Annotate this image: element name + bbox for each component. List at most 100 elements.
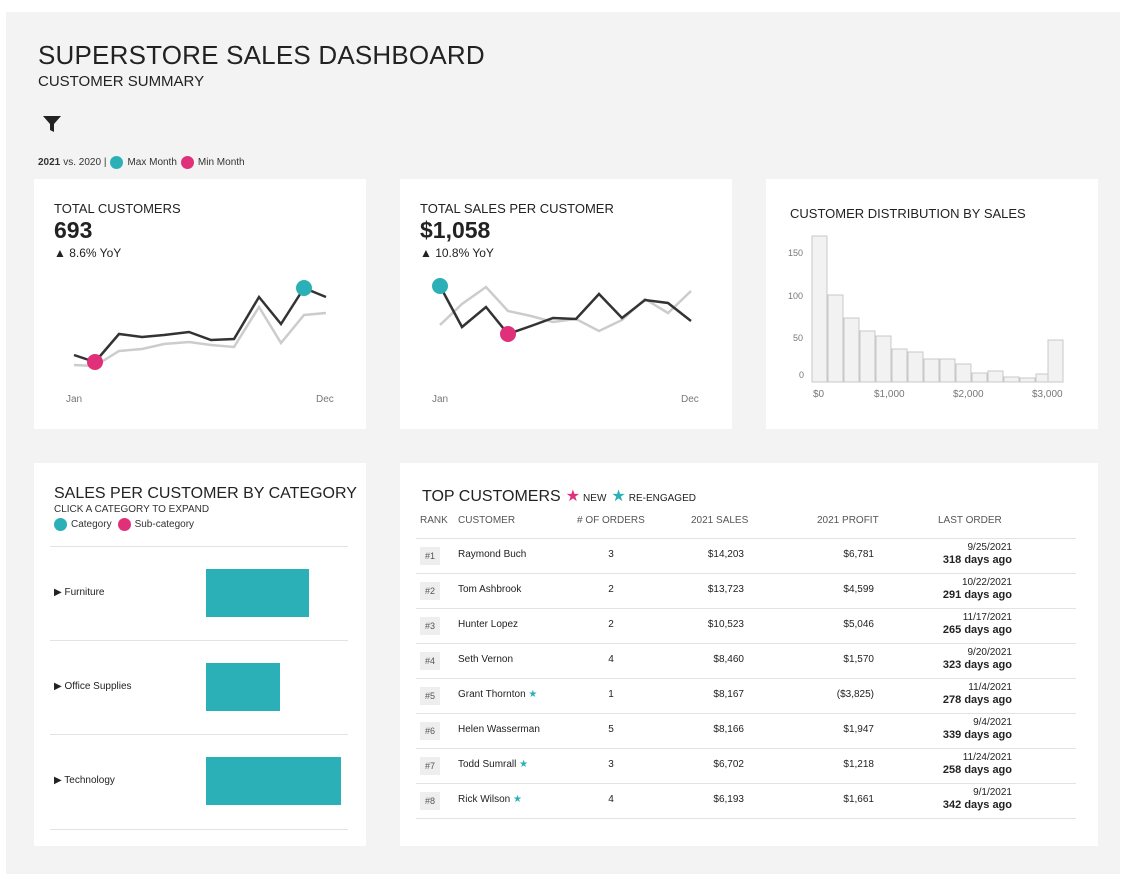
- filter-icon[interactable]: [42, 114, 62, 134]
- last-order-ago: 258 days ago: [942, 764, 1012, 776]
- category-dot: [54, 518, 67, 531]
- comparison-legend: 2021 vs. 2020 | Max Month Min Month: [38, 156, 245, 169]
- table-row[interactable]: #1 Raymond Buch 3 $14,203 $6,781 9/25/20…: [416, 538, 1076, 573]
- legend-max-label: Max Month: [127, 157, 177, 168]
- page-subtitle: CUSTOMER SUMMARY: [38, 73, 205, 90]
- order-count: 2: [608, 619, 614, 630]
- last-order: 11/24/2021 258 days ago: [943, 752, 1012, 777]
- sales-sparkline: [432, 278, 692, 342]
- table-row[interactable]: #3 Hunter Lopez 2 $10,523 $5,046 11/17/2…: [416, 608, 1076, 643]
- hist-bar-14: [1019, 377, 1036, 383]
- last-order-date: 10/22/2021: [961, 577, 1012, 588]
- last-order-ago: 265 days ago: [942, 624, 1012, 636]
- sales-value: $14,203: [707, 549, 744, 560]
- last-order: 9/1/2021 342 days ago: [943, 787, 1012, 812]
- table-row[interactable]: #7 Todd Sumrall ★ 3 $6,702 $1,218 11/24/…: [416, 748, 1076, 783]
- table-row[interactable]: #6 Helen Wasserman 5 $8,166 $1,947 9/4/2…: [416, 713, 1076, 748]
- sales-x-end: Dec: [681, 394, 699, 405]
- customer-name[interactable]: Rick Wilson: [458, 794, 510, 805]
- table-row[interactable]: #5 Grant Thornton ★ 1 $8,167 ($3,825) 11…: [416, 678, 1076, 713]
- reengaged-label: RE-ENGAGED: [628, 493, 696, 504]
- customer-name[interactable]: Hunter Lopez: [458, 619, 518, 630]
- category-row-furniture[interactable]: ▶ Furniture: [50, 546, 348, 641]
- category-bar-furniture[interactable]: [206, 569, 309, 617]
- last-order-date: 9/4/2021: [973, 717, 1012, 728]
- customer-name-cell[interactable]: Rick Wilson ★: [458, 794, 522, 805]
- hist-bar-13: [1003, 376, 1020, 383]
- sales-value: $8,460: [713, 654, 744, 665]
- category-legend-label: Category: [71, 519, 112, 530]
- profit-value: $6,781: [843, 549, 874, 560]
- profit-value: $1,218: [843, 759, 874, 770]
- customers-sparkline: [73, 280, 327, 370]
- rank-badge: #2: [420, 582, 440, 600]
- last-order-ago: 318 days ago: [942, 554, 1012, 566]
- header-customer: CUSTOMER: [458, 515, 516, 526]
- category-bar-technology[interactable]: [206, 757, 341, 805]
- sales-value: $6,702: [713, 759, 744, 770]
- category-bar-office-supplies[interactable]: [206, 663, 280, 711]
- page-title: SUPERSTORE SALES DASHBOARD: [38, 40, 485, 70]
- last-order-ago: 342 days ago: [942, 799, 1012, 811]
- category-legend: Category Sub-category: [54, 518, 194, 531]
- table-row[interactable]: #4 Seth Vernon 4 $8,460 $1,570 9/20/2021…: [416, 643, 1076, 678]
- hist-bar-11: [971, 372, 988, 383]
- hist-bar-9: [939, 358, 956, 383]
- customer-name[interactable]: Grant Thornton: [458, 689, 526, 700]
- hist-bar-6: [891, 348, 908, 383]
- last-order-date: 9/20/2021: [967, 647, 1013, 658]
- last-order-date: 11/4/2021: [968, 682, 1012, 693]
- header-profit: 2021 PROFIT: [817, 515, 879, 526]
- max-month-dot: [110, 156, 124, 169]
- category-name[interactable]: ▶ Office Supplies: [54, 681, 132, 692]
- customer-name[interactable]: Raymond Buch: [458, 549, 526, 560]
- order-count: 4: [608, 654, 614, 665]
- last-order-ago: 291 days ago: [942, 589, 1012, 601]
- profit-value: $4,599: [843, 584, 874, 595]
- header-sales: 2021 SALES: [691, 515, 749, 526]
- header-rank: RANK: [420, 515, 448, 526]
- last-order-ago: 278 days ago: [942, 694, 1012, 706]
- sales-value: $13,723: [707, 584, 744, 595]
- dist-x-tick-2000: $2,000: [953, 389, 984, 400]
- order-count: 2: [608, 584, 614, 595]
- customer-name[interactable]: Helen Wasserman: [458, 724, 540, 735]
- customer-name[interactable]: Todd Sumrall: [458, 759, 516, 770]
- hist-bar-10: [955, 363, 972, 383]
- customer-name-cell[interactable]: Grant Thornton ★: [458, 689, 537, 700]
- order-count: 3: [608, 549, 614, 560]
- category-card: SALES PER CUSTOMER BY CATEGORY CLICK A C…: [34, 463, 366, 846]
- profit-value: $5,046: [843, 619, 874, 630]
- sales-value: $10,523: [707, 619, 744, 630]
- order-count: 1: [608, 689, 614, 700]
- sales-value: $6,193: [713, 794, 744, 805]
- customers-min-marker: [87, 354, 103, 370]
- sales-per-customer-card: TOTAL SALES PER CUSTOMER $1,058 ▲ 10.8% …: [400, 179, 732, 429]
- profit-value: $1,570: [843, 654, 874, 665]
- category-row-technology[interactable]: ▶ Technology: [50, 734, 348, 830]
- last-order-ago: 339 days ago: [942, 729, 1012, 741]
- customer-name[interactable]: Seth Vernon: [458, 654, 513, 665]
- category-name[interactable]: ▶ Furniture: [54, 587, 104, 598]
- last-order: 9/4/2021 339 days ago: [943, 717, 1012, 742]
- category-title: SALES PER CUSTOMER BY CATEGORY: [54, 485, 357, 502]
- sales-value: $8,167: [713, 689, 744, 700]
- order-count: 3: [608, 759, 614, 770]
- customer-name-cell[interactable]: Todd Sumrall ★: [458, 759, 528, 770]
- last-order-date: 11/17/2021: [962, 612, 1012, 623]
- category-hint: CLICK A CATEGORY TO EXPAND: [54, 504, 210, 515]
- category-name[interactable]: ▶ Technology: [54, 775, 115, 786]
- hist-bar-12: [987, 370, 1004, 383]
- legend-vs-text: vs. 2020 |: [63, 157, 107, 168]
- new-star-icon: ★: [565, 488, 581, 505]
- last-order-date: 11/24/2021: [962, 752, 1012, 763]
- table-row[interactable]: #2 Tom Ashbrook 2 $13,723 $4,599 10/22/2…: [416, 573, 1076, 608]
- header-last-order: LAST ORDER: [938, 515, 1002, 526]
- customer-name[interactable]: Tom Ashbrook: [458, 584, 521, 595]
- last-order-date: 9/1/2021: [973, 787, 1012, 798]
- hist-bar-8: [923, 358, 940, 383]
- customers-x-start: Jan: [66, 394, 83, 405]
- category-row-office-supplies[interactable]: ▶ Office Supplies: [50, 640, 348, 735]
- top-customers-header: TOP CUSTOMERS ★ NEW ★ RE-ENGAGED: [422, 486, 696, 506]
- table-row[interactable]: #8 Rick Wilson ★ 4 $6,193 $1,661 9/1/202…: [416, 783, 1076, 819]
